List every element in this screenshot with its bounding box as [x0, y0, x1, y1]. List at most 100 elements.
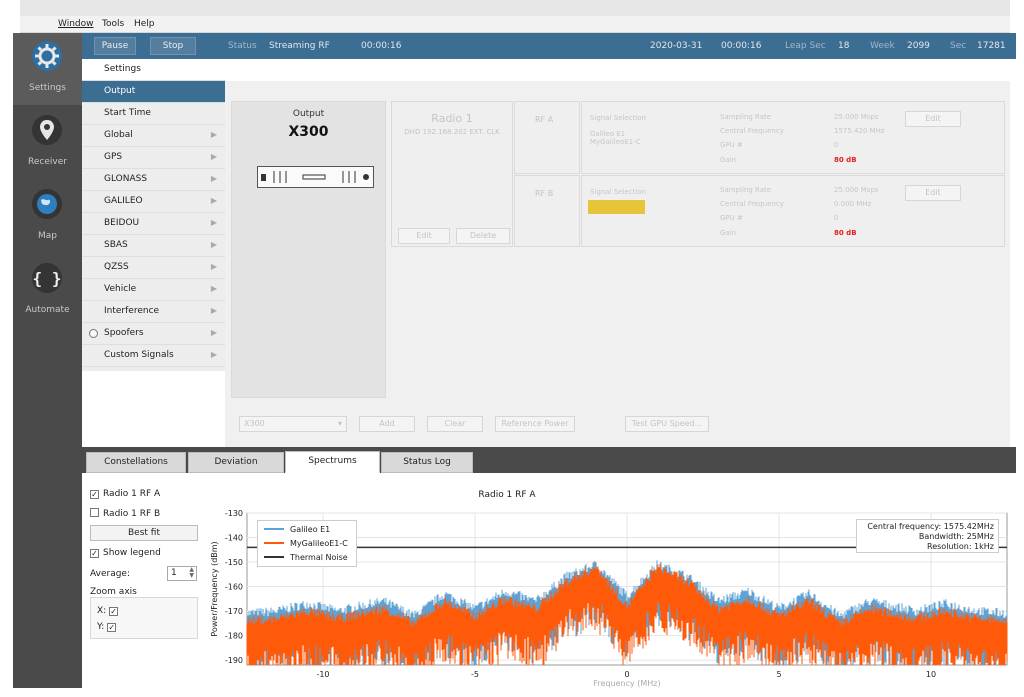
rf-a-edit-button[interactable]: Edit — [905, 111, 961, 127]
chart-title: Radio 1 RF A — [478, 490, 536, 500]
x-tick-label: 5 — [776, 670, 781, 679]
chart-legend: Galileo E1 MyGalileoE1-C Thermal Noise — [257, 520, 357, 567]
radio-delete-button[interactable]: Delete — [456, 228, 510, 244]
rail-map[interactable]: Map — [13, 181, 82, 253]
chevron-right-icon: ▶ — [210, 306, 217, 315]
spoofers-radio[interactable] — [89, 329, 98, 338]
rail-map-label: Map — [38, 231, 57, 241]
y-tick-label: -190 — [225, 656, 243, 665]
y-tick-label: -130 — [225, 509, 243, 518]
rail-automate[interactable]: { } Automate — [13, 255, 82, 327]
y-tick-label: -140 — [225, 534, 243, 543]
menu-help[interactable]: Help — [134, 19, 155, 29]
left-nav-rail: Settings Receiver Map { } Automate — [13, 33, 82, 688]
week-value: 2099 — [907, 41, 930, 51]
nav-item-vehicle[interactable]: Vehicle ▶ — [82, 279, 225, 301]
rf-b-signal-selector[interactable] — [588, 200, 645, 214]
rf-b-gpu-label: GPU # — [720, 214, 743, 222]
elapsed-time: 00:00:16 — [361, 41, 402, 51]
location-pin-icon — [32, 115, 62, 145]
rf-b-gain-value: 80 dB — [834, 229, 857, 237]
y-axis-label: Power/Frequency (dBm) — [210, 541, 219, 636]
legend-item-thermal-noise: Thermal Noise — [264, 553, 348, 562]
nav-item-interference[interactable]: Interference ▶ — [82, 301, 225, 323]
rail-settings-label: Settings — [29, 83, 66, 93]
rf-a-sampling-label: Sampling Rate — [720, 113, 772, 121]
legend-swatch — [264, 556, 284, 558]
bottom-tabs: Constellations Deviation Spectrums Statu… — [82, 447, 1016, 473]
status-label: Status — [228, 41, 257, 51]
settings-nav: Settings Output Start Time Global ▶ GPS ▶ … — [82, 59, 225, 371]
radio-edit-button[interactable]: Edit — [398, 228, 450, 244]
pause-button[interactable]: Pause — [94, 37, 136, 55]
chevron-right-icon: ▶ — [210, 218, 217, 227]
nav-item-glonass[interactable]: GLONASS ▶ — [82, 169, 225, 191]
tab-spectrums[interactable]: Spectrums — [285, 451, 380, 473]
rf-b-freq-value: 0.000 MHz — [834, 200, 872, 208]
status-bar: Pause Stop Status Streaming RF 00:00:16 … — [82, 33, 1016, 59]
sec-value: 17281 — [977, 41, 1006, 51]
chevron-right-icon: ▶ — [210, 350, 217, 359]
rf-a-gpu-value: 0 — [834, 141, 839, 149]
tab-deviation[interactable]: Deviation — [188, 452, 284, 473]
x-tick-label: 10 — [926, 670, 936, 679]
chevron-right-icon: ▶ — [210, 328, 217, 337]
leap-sec-value: 18 — [838, 41, 850, 51]
menu-tools[interactable]: Tools — [102, 19, 124, 29]
rf-b-freq-label: Central Frequency — [720, 200, 784, 208]
settings-gear-icon — [32, 41, 62, 71]
rf-a-label: RF A — [535, 115, 554, 124]
add-output-button[interactable]: Add — [359, 416, 415, 432]
rf-b-gpu-value: 0 — [834, 214, 839, 222]
sec-label: Sec — [950, 41, 967, 51]
rf-a-signal-2: MyGalileoE1-C — [590, 138, 641, 146]
output-model: X300 — [288, 124, 329, 140]
test-gpu-speed-button[interactable]: Test GPU Speed... — [625, 416, 709, 432]
chevron-right-icon: ▶ — [210, 130, 217, 139]
nav-item-galileo[interactable]: GALILEO ▶ — [82, 191, 225, 213]
x-axis-label: Frequency (MHz) — [593, 679, 660, 688]
rf-b-sampling-label: Sampling Rate — [720, 186, 772, 194]
nav-item-custom-signals[interactable]: Custom Signals ▶ — [82, 345, 225, 367]
chevron-right-icon: ▶ — [210, 284, 217, 293]
window-title-bar — [20, 0, 1010, 16]
rf-b-sampling-value: 25.000 Msps — [834, 186, 879, 194]
info-bandwidth: Bandwidth: 25MHz — [918, 532, 994, 541]
rail-receiver[interactable]: Receiver — [13, 107, 82, 179]
status-value: Streaming RF — [269, 41, 330, 51]
tab-status-log[interactable]: Status Log — [381, 452, 473, 473]
rf-a-config: Signal Selection Galileo E1 MyGalileoE1-… — [581, 101, 1005, 174]
info-central-frequency: Central frequency: 1575.42MHz — [867, 522, 994, 531]
nav-item-beidou[interactable]: BEIDOU ▶ — [82, 213, 225, 235]
spectrum-chart[interactable]: -10 -5 0 5 10 -130 -140 -150 -160 -170 -180 -190 Rad… — [82, 473, 1016, 688]
chevron-down-icon: ▾ — [337, 419, 342, 428]
tab-constellations[interactable]: Constellations — [86, 452, 186, 473]
nav-item-sbas[interactable]: SBAS ▶ — [82, 235, 225, 257]
info-resolution: Resolution: 1kHz — [927, 542, 994, 551]
clear-button[interactable]: Clear — [427, 416, 483, 432]
globe-icon — [32, 189, 62, 219]
radio-panel: Radio 1 DHD 192.168.202 EXT. CLK Edit De… — [391, 101, 513, 247]
output-type-select[interactable]: X300 ▾ — [239, 416, 347, 432]
nav-item-global[interactable]: Global ▶ — [82, 125, 225, 147]
nav-item-gps[interactable]: GPS ▶ — [82, 147, 225, 169]
y-tick-label: -180 — [225, 632, 243, 641]
rail-settings[interactable]: Settings — [13, 33, 82, 105]
output-settings-area: Output X300 Radio 1 DHD 192.168.202 EXT.… — [225, 81, 1010, 447]
reference-power-button[interactable]: Reference Power — [495, 416, 575, 432]
nav-item-start-time[interactable]: Start Time — [82, 103, 225, 125]
chevron-right-icon: ▶ — [210, 196, 217, 205]
menu-window[interactable]: Window — [58, 19, 94, 29]
sim-date: 2020-03-31 — [650, 41, 703, 51]
rf-a-gain-label: Gain — [720, 156, 737, 164]
sim-time: 00:00:16 — [721, 41, 762, 51]
stop-button[interactable]: Stop — [150, 37, 196, 55]
x-tick-label: -5 — [471, 670, 479, 679]
nav-item-qzss[interactable]: QZSS ▶ — [82, 257, 225, 279]
rf-b-edit-button[interactable]: Edit — [905, 185, 961, 201]
rf-a-gain-value: 80 dB — [834, 156, 857, 164]
radio-subtitle: DHD 192.168.202 EXT. CLK — [404, 128, 500, 136]
nav-item-spoofers[interactable]: Spoofers ▶ — [82, 323, 225, 345]
x-tick-label: 0 — [624, 670, 629, 679]
nav-item-output[interactable]: Output — [82, 81, 225, 103]
